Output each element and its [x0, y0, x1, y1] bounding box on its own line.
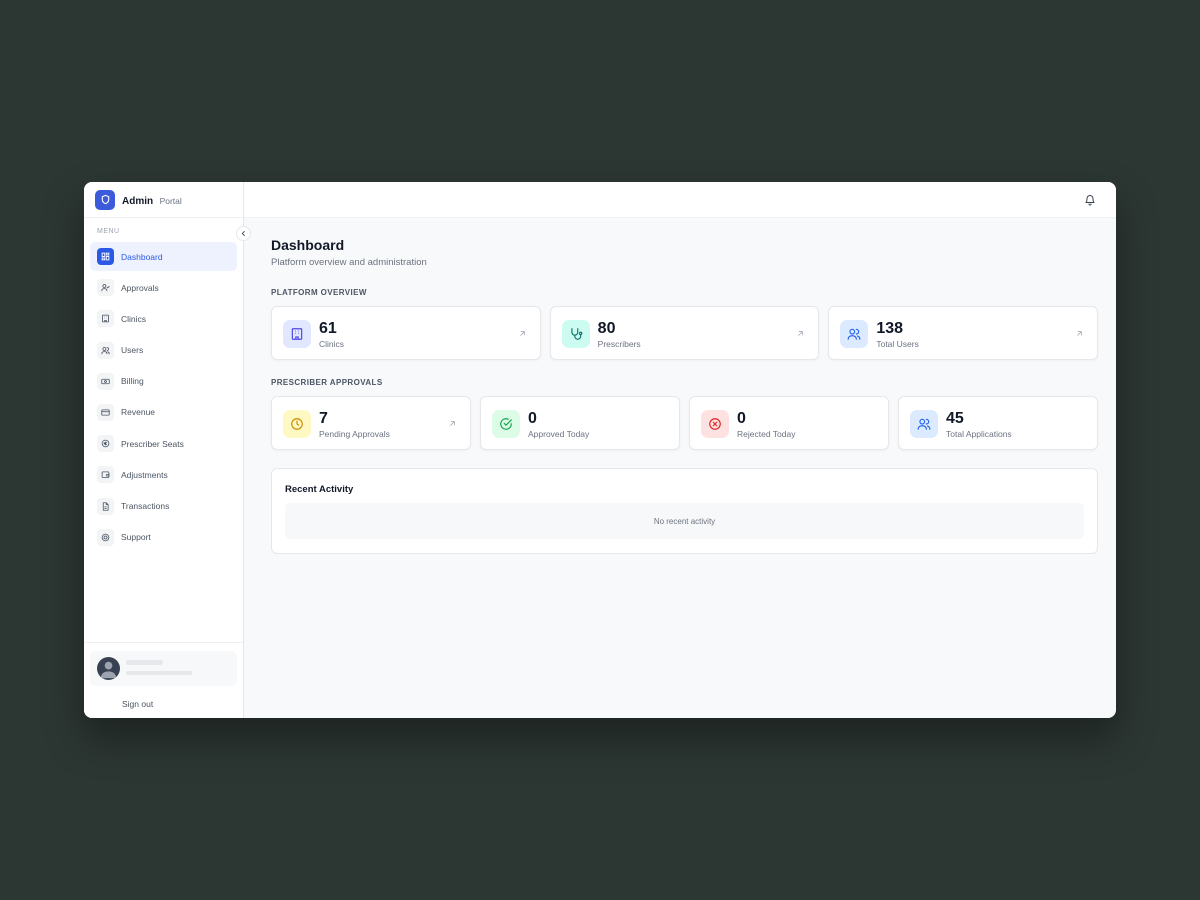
stat-value: 61 [319, 320, 337, 337]
sidebar-footer: Sign out [84, 642, 243, 718]
chevron-left-icon [241, 231, 245, 236]
wallet-icon [97, 466, 114, 484]
user-check-icon [97, 279, 114, 297]
sidebar-item-label: Prescriber Seats [121, 438, 184, 449]
sidebar-item-dashboard[interactable]: Dashboard [90, 242, 237, 271]
sidebar-item-adjustments[interactable]: Adjustments [90, 460, 237, 489]
top-bar [244, 182, 1116, 218]
stat-label: Pending Approvals [319, 429, 390, 439]
arrow-up-right-icon [450, 421, 455, 426]
sidebar-nav: Dashboard Approvals Clinics Users Billin… [84, 242, 243, 552]
arrow-up-right-icon [1077, 331, 1082, 336]
stat-label: Prescribers [597, 339, 641, 349]
file-text-icon [97, 497, 114, 515]
sidebar-item-label: Revenue [121, 407, 156, 418]
sidebar-item-label: Users [121, 345, 144, 356]
brand-subtitle: Portal [159, 195, 182, 206]
arrow-up-right-icon [519, 331, 525, 336]
user-profile-card[interactable] [90, 651, 237, 686]
clock-icon [283, 410, 311, 438]
stat-card-approved-today[interactable]: 0 Approved Today [480, 396, 680, 450]
platform-overview-label: PLATFORM OVERVIEW [271, 288, 367, 297]
brand[interactable]: Admin Portal [84, 182, 243, 218]
page-title: Dashboard [271, 237, 345, 253]
sidebar-item-users[interactable]: Users [90, 336, 237, 365]
stat-value: 138 [876, 320, 904, 337]
sidebar-item-approvals[interactable]: Approvals [90, 273, 237, 302]
user-email-placeholder [126, 671, 192, 675]
x-circle-icon [701, 410, 729, 438]
check-circle-icon [492, 410, 520, 438]
platform-overview-cards: 61 Clinics 80 Prescribers 138 Total User… [271, 306, 1099, 360]
users-icon [97, 341, 114, 359]
credit-card-icon [97, 403, 114, 421]
main-content: Dashboard Platform overview and administ… [244, 182, 1116, 718]
shield-icon [95, 189, 115, 210]
stat-label: Total Users [876, 339, 919, 349]
prescriber-approvals-cards: 7 Pending Approvals 0 Approved Today 0 R… [271, 396, 1098, 450]
prescriber-approvals-label: PRESCRIBER APPROVALS [271, 378, 383, 387]
banknote-icon [97, 372, 114, 390]
bell-icon[interactable] [1084, 194, 1096, 206]
stat-value: 7 [319, 410, 328, 427]
sidebar-item-label: Billing [121, 376, 144, 387]
currency-icon [97, 435, 114, 453]
sidebar-item-label: Adjustments [121, 469, 168, 480]
app-window: Admin Portal MENU Dashboard Approvals Cl… [84, 182, 1116, 718]
dashboard-icon [97, 248, 114, 265]
sidebar: Admin Portal MENU Dashboard Approvals Cl… [84, 182, 251, 718]
sidebar-item-label: Support [121, 532, 151, 543]
user-name-placeholder [126, 660, 163, 665]
stat-label: Rejected Today [737, 429, 796, 439]
menu-label: MENU [97, 228, 120, 235]
stat-value: 45 [946, 410, 964, 427]
sidebar-item-label: Approvals [121, 282, 159, 293]
sidebar-item-prescriber-seats[interactable]: Prescriber Seats [90, 429, 237, 458]
stat-value: 0 [528, 410, 537, 427]
stat-card-pending-approvals[interactable]: 7 Pending Approvals [271, 396, 471, 450]
stat-label: Total Applications [946, 429, 1012, 439]
users-icon [910, 410, 938, 438]
page-subtitle: Platform overview and administration [271, 257, 427, 268]
stethoscope-icon [561, 320, 590, 348]
sign-out-button[interactable]: Sign out [122, 699, 153, 709]
sidebar-item-label: Transactions [121, 501, 170, 511]
building-icon [283, 320, 311, 348]
recent-activity-panel: Recent Activity No recent activity [271, 468, 1098, 554]
stat-value: 80 [597, 320, 616, 337]
sidebar-item-transactions[interactable]: Transactions [90, 492, 237, 521]
avatar [97, 657, 120, 680]
stat-label: Clinics [319, 339, 345, 349]
sidebar-item-billing[interactable]: Billing [90, 367, 237, 396]
arrow-up-right-icon [798, 331, 804, 336]
building-icon [97, 310, 114, 328]
brand-title: Admin [122, 195, 154, 207]
stat-card-total-applications[interactable]: 45 Total Applications [898, 396, 1098, 450]
recent-activity-empty: No recent activity [285, 503, 1084, 539]
lifebuoy-icon [97, 528, 114, 546]
stat-card-prescribers[interactable]: 80 Prescribers [549, 306, 820, 360]
collapse-sidebar-button[interactable] [236, 226, 251, 241]
stat-value: 0 [737, 410, 746, 427]
stat-label: Approved Today [528, 429, 590, 439]
sidebar-item-revenue[interactable]: Revenue [90, 398, 237, 427]
sidebar-item-label: Dashboard [121, 251, 163, 262]
sidebar-item-clinics[interactable]: Clinics [90, 304, 237, 333]
users-icon [840, 320, 869, 348]
stat-card-total-users[interactable]: 138 Total Users [828, 306, 1099, 360]
sidebar-item-support[interactable]: Support [90, 523, 237, 552]
sidebar-item-label: Clinics [121, 313, 147, 324]
stat-card-rejected-today[interactable]: 0 Rejected Today [689, 396, 889, 450]
recent-activity-title: Recent Activity [285, 484, 354, 495]
stat-card-clinics[interactable]: 61 Clinics [271, 306, 541, 360]
